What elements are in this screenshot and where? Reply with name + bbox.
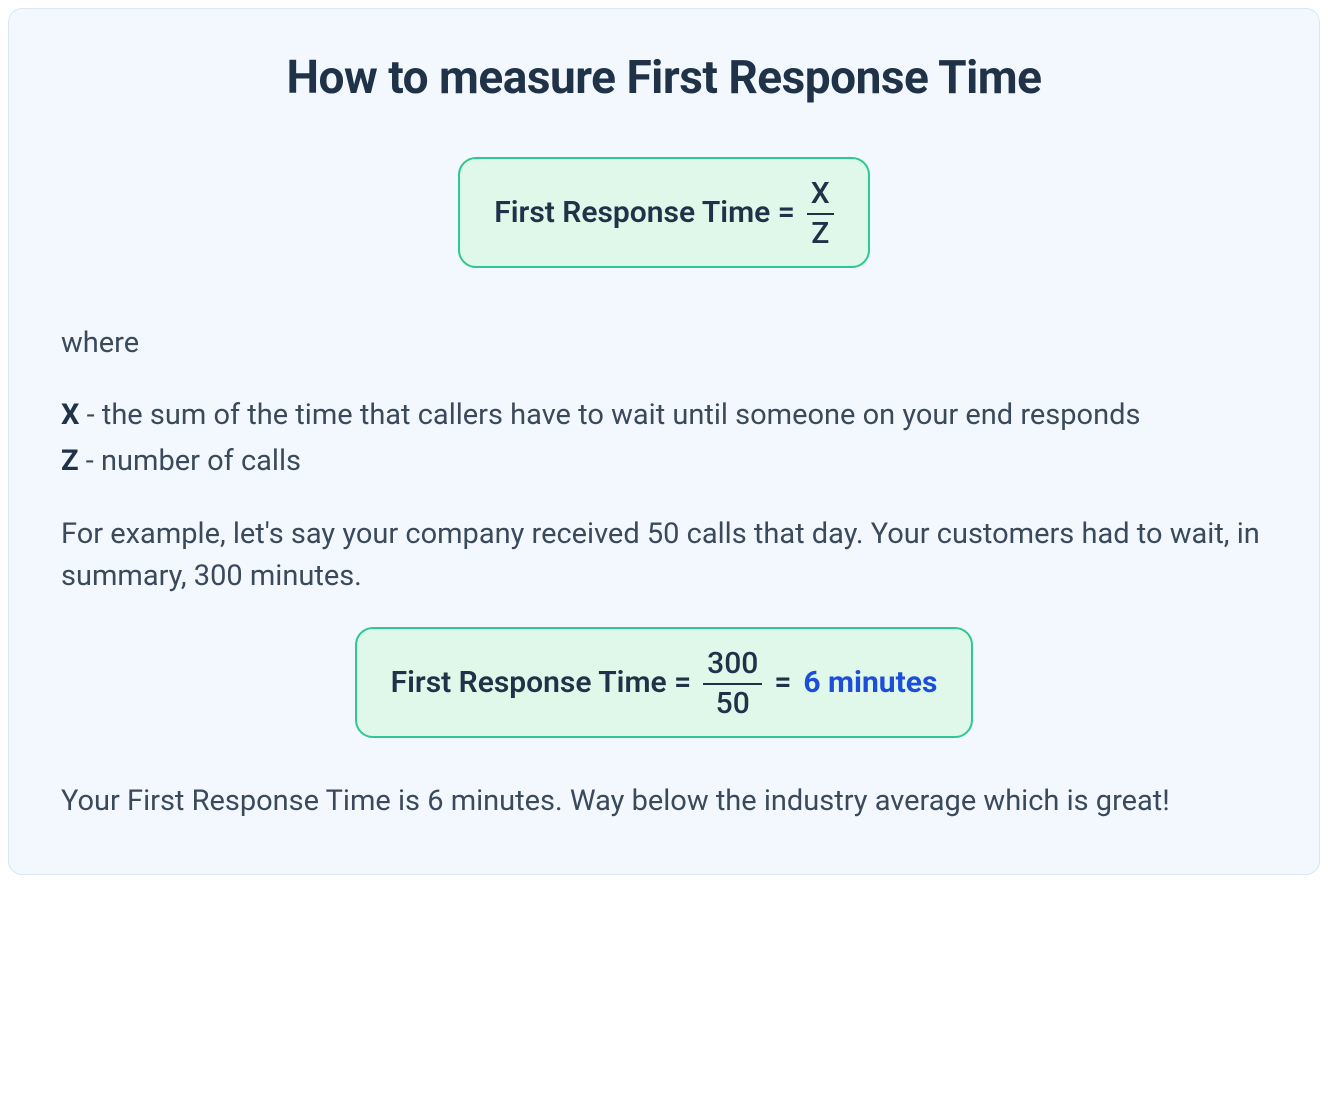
definition-z-text: number of calls — [101, 444, 301, 478]
page-title: How to measure First Response Time — [61, 51, 1267, 105]
where-label: where — [61, 322, 1267, 364]
formula-container: First Response Time = X Z — [61, 157, 1267, 268]
example-equals: = — [774, 665, 791, 700]
example-denominator: 50 — [712, 688, 754, 720]
example-formula-label: First Response Time = — [391, 665, 692, 700]
definition-x-symbol: X — [61, 398, 79, 432]
definition-x-text: the sum of the time that callers have to… — [102, 398, 1141, 432]
info-card: How to measure First Response Time First… — [8, 8, 1320, 875]
example-numerator: 300 — [703, 648, 762, 680]
example-container: First Response Time = 300 50 = 6 minutes — [61, 627, 1267, 738]
definition-z: Z - number of calls — [61, 440, 1267, 484]
definition-x-sep: - — [79, 398, 101, 432]
definition-z-sep: - — [79, 444, 101, 478]
definitions-block: X - the sum of the time that callers hav… — [61, 394, 1267, 483]
example-text: For example, let's say your company rece… — [61, 513, 1267, 597]
formula-fraction: X Z — [807, 178, 834, 249]
formula-denominator: Z — [807, 218, 833, 250]
formula-numerator: X — [807, 178, 834, 210]
example-fraction: 300 50 — [703, 648, 762, 719]
example-formula-box: First Response Time = 300 50 = 6 minutes — [355, 627, 974, 738]
example-result: 6 minutes — [803, 665, 937, 700]
conclusion-text: Your First Response Time is 6 minutes. W… — [61, 780, 1267, 822]
formula-box: First Response Time = X Z — [458, 157, 869, 268]
formula-label: First Response Time = — [494, 195, 795, 230]
definition-x: X - the sum of the time that callers hav… — [61, 394, 1267, 438]
fraction-bar — [703, 683, 762, 685]
definition-z-symbol: Z — [61, 444, 79, 478]
fraction-bar — [807, 213, 834, 215]
